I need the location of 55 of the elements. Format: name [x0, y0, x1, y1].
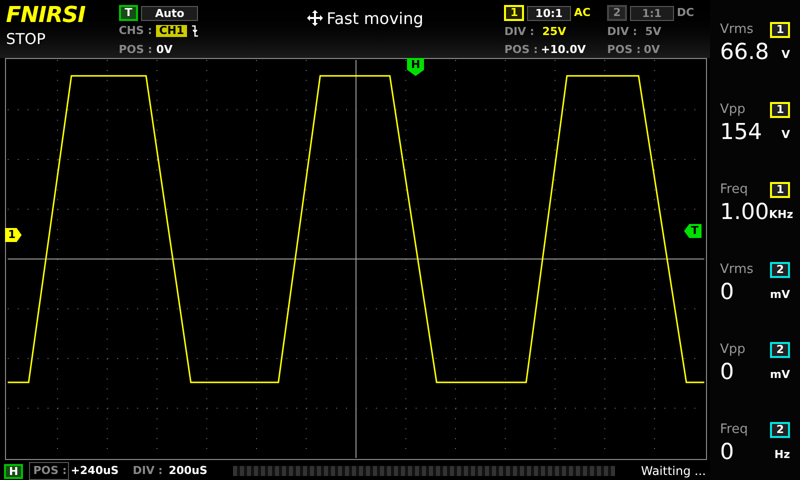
coupling-mode: AC	[574, 5, 591, 21]
trigger-source-label: CHS :	[118, 23, 152, 39]
channel-badge: 1	[504, 5, 524, 22]
channel-position: +10.0V	[540, 42, 586, 58]
measurement-unit: V	[781, 47, 790, 63]
measurement-label: Freq	[720, 181, 748, 199]
measurement-label: Vrms	[720, 21, 754, 39]
measurement-channel-badge: 1	[770, 22, 790, 38]
falling-edge-icon	[191, 25, 200, 38]
measurement-unit: KHz	[768, 207, 794, 223]
measurement-value: 66.8	[720, 40, 769, 66]
measurement-unit: mV	[770, 367, 790, 383]
measurement-label: Freq	[720, 421, 748, 439]
brand-logo: FNIRSI	[6, 3, 86, 29]
run-status: STOP	[6, 29, 46, 49]
timebase-position-label: POS :	[29, 462, 69, 480]
probe-ratio: 10:1	[526, 6, 571, 21]
measurement-unit: Hz	[774, 447, 790, 463]
measurement-label: Vrms	[720, 261, 754, 279]
measurement-value: 1.00	[720, 200, 769, 226]
trigger-position: 0V	[156, 42, 172, 58]
status-text: Waitting ...	[640, 463, 707, 480]
time-per-div-label: DIV :	[132, 462, 163, 479]
time-per-div: 200uS	[168, 462, 208, 479]
volts-per-div: 25V	[542, 24, 566, 40]
move-arrows-icon	[306, 10, 323, 26]
measurement-label: Vpp	[720, 101, 746, 119]
trigger-badge: T	[118, 5, 138, 21]
move-mode-label: Fast moving	[326, 10, 424, 28]
measurement-unit: mV	[770, 287, 790, 303]
channel-position-label: POS :	[607, 42, 641, 58]
measurement-value: 154	[720, 120, 762, 146]
measurement-value: 0	[720, 440, 734, 466]
channel-position-label: POS :	[504, 42, 538, 58]
timebase-badge: H	[4, 464, 24, 478]
volts-per-div-label: DIV :	[607, 24, 638, 40]
measurement-channel-badge: 2	[770, 342, 790, 358]
volts-per-div-label: DIV :	[504, 24, 534, 40]
measurement-label: Vpp	[720, 341, 746, 359]
measurement-channel-badge: 2	[770, 262, 790, 278]
timebase-position: +240uS	[70, 462, 120, 479]
measurement-value: 0	[720, 280, 734, 306]
measurement-channel-badge: 1	[770, 102, 790, 118]
coupling-mode: DC	[676, 5, 694, 21]
trigger-source: CH1	[156, 25, 188, 38]
measurement-channel-badge: 2	[770, 422, 790, 438]
measurement-channel-badge: 1	[770, 182, 790, 198]
measurement-value: 0	[720, 360, 734, 386]
trigger-position-label: POS :	[118, 42, 152, 58]
channel-badge: 2	[607, 5, 627, 22]
trigger-mode-button[interactable]: Auto	[141, 6, 198, 20]
probe-ratio: 1:1	[630, 6, 674, 21]
measurement-unit: V	[781, 127, 790, 143]
volts-per-div: 5V	[645, 24, 662, 40]
channel-position: 0V	[644, 42, 660, 58]
